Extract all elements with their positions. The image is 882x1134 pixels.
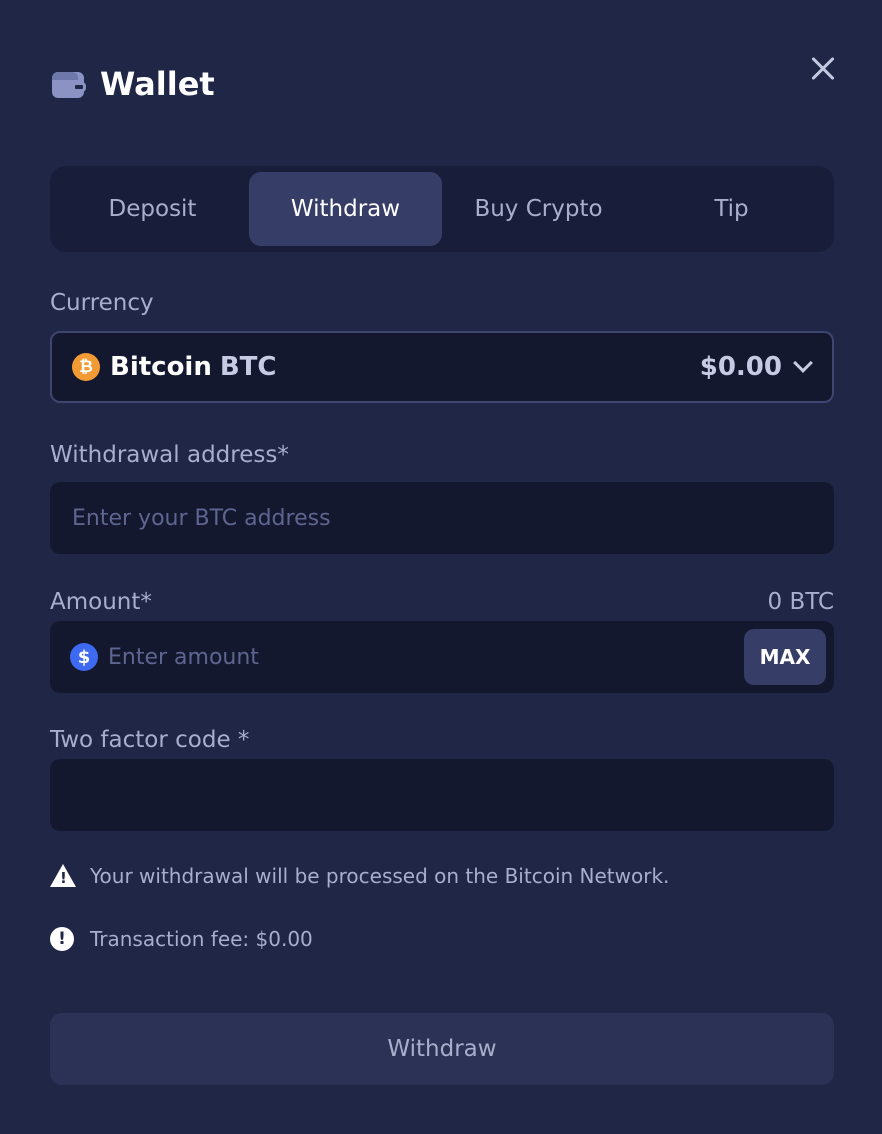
network-notice-text: Your withdrawal will be processed on the… — [90, 864, 670, 888]
currency-name: Bitcoin — [110, 352, 212, 382]
close-icon[interactable] — [806, 52, 840, 86]
tab-deposit[interactable]: Deposit — [56, 172, 249, 246]
wallet-icon — [50, 68, 86, 100]
fee-notice: ! Transaction fee: $0.00 — [50, 927, 313, 951]
available-balance: 0 BTC — [767, 589, 834, 615]
network-notice: ! Your withdrawal will be processed on t… — [50, 864, 669, 888]
tab-withdraw[interactable]: Withdraw — [249, 172, 442, 246]
chevron-down-icon — [793, 353, 813, 373]
max-button[interactable]: MAX — [744, 629, 826, 685]
warning-icon: ! — [50, 864, 76, 888]
two-factor-label: Two factor code * — [50, 727, 250, 753]
withdraw-button[interactable]: Withdraw — [50, 1013, 834, 1085]
two-factor-box — [50, 759, 834, 831]
alert-circle-icon: ! — [50, 927, 74, 951]
amount-box: $ MAX — [50, 621, 834, 693]
modal-header: Wallet — [50, 62, 215, 106]
modal-title: Wallet — [100, 65, 215, 103]
withdrawal-address-input[interactable] — [72, 482, 812, 554]
two-factor-input[interactable] — [72, 759, 812, 831]
currency-select[interactable]: ₿ Bitcoin BTC $0.00 — [50, 331, 834, 403]
fee-notice-text: Transaction fee: $0.00 — [90, 927, 313, 951]
wallet-modal: Wallet Deposit Withdraw Buy Crypto Tip C… — [0, 0, 882, 1134]
currency-code: BTC — [219, 352, 277, 382]
tab-buy-crypto[interactable]: Buy Crypto — [442, 172, 635, 246]
bitcoin-icon: ₿ — [72, 353, 100, 381]
wallet-tabs: Deposit Withdraw Buy Crypto Tip — [50, 166, 834, 252]
amount-input[interactable] — [108, 621, 744, 693]
withdrawal-address-label: Withdrawal address* — [50, 442, 289, 468]
amount-label: Amount* — [50, 589, 152, 615]
dollar-icon: $ — [70, 643, 98, 671]
withdrawal-address-box — [50, 482, 834, 554]
currency-label: Currency — [50, 290, 154, 316]
currency-balance: $0.00 — [699, 352, 782, 382]
tab-tip[interactable]: Tip — [635, 172, 828, 246]
